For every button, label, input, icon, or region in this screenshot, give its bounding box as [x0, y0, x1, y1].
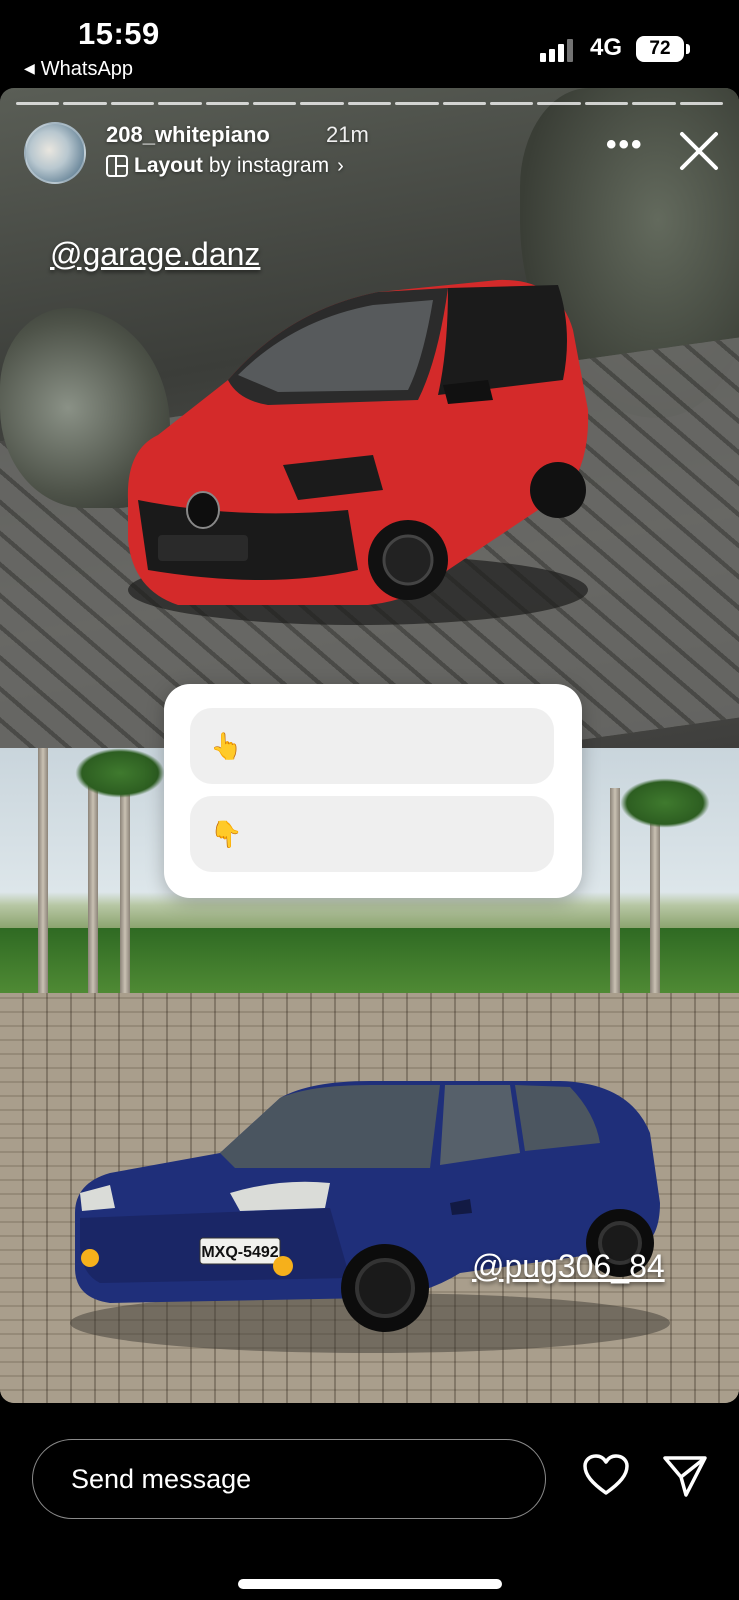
palm-leaves — [620, 778, 710, 828]
palm-tree — [120, 788, 130, 1028]
battery-tip — [686, 44, 690, 54]
progress-segment — [16, 102, 60, 105]
blue-car-image: MXQ-5492 — [70, 1081, 670, 1353]
progress-segment — [347, 102, 392, 105]
progress-segment — [205, 102, 250, 105]
progress-segment — [584, 102, 629, 105]
layout-icon — [106, 155, 128, 177]
story-viewer[interactable]: @garage.danz MXQ-5492 @pug306_84 208_whi… — [0, 88, 739, 1403]
mention-sticker-top[interactable]: @garage.danz — [50, 236, 260, 273]
story-photo-top: @garage.danz — [0, 88, 739, 748]
avatar[interactable] — [24, 122, 86, 184]
palm-tree — [88, 768, 98, 1028]
battery-icon: 72 — [636, 36, 684, 62]
close-icon[interactable] — [676, 128, 722, 174]
license-plate: MXQ-5492 — [201, 1244, 278, 1261]
home-indicator[interactable] — [238, 1579, 502, 1589]
progress-segment — [110, 102, 155, 105]
palm-tree — [650, 808, 660, 1008]
layout-by-label: by instagram — [208, 154, 330, 177]
progress-segment — [395, 102, 439, 105]
progress-segment — [442, 102, 487, 105]
red-car-image — [127, 279, 589, 625]
send-icon[interactable] — [662, 1453, 708, 1499]
story-time-ago: 21m — [326, 122, 369, 147]
story-username[interactable]: 208_whitepiano — [106, 122, 270, 148]
palm-tree — [610, 788, 620, 1028]
layout-label: Layout — [134, 154, 203, 177]
progress-segment — [632, 102, 676, 105]
progress-segment — [158, 102, 202, 105]
progress-segment — [679, 102, 724, 105]
poll-option-down[interactable]: 👇 — [190, 796, 554, 872]
progress-segment — [537, 102, 581, 105]
network-type: 4G — [590, 34, 623, 61]
back-app-label: WhatsApp — [40, 58, 134, 80]
layout-attribution-link[interactable]: Layout by instagram › — [106, 154, 344, 178]
back-triangle-icon: ◀ — [24, 60, 35, 76]
palm-leaves — [75, 748, 165, 798]
poll-sticker: 👆 👇 — [164, 684, 582, 898]
progress-segment — [300, 102, 344, 105]
send-message-input[interactable]: Send message — [32, 1439, 546, 1519]
more-options-icon[interactable]: ••• — [606, 128, 644, 162]
back-to-app-link[interactable]: ◀ WhatsApp — [24, 58, 133, 81]
progress-segment — [63, 102, 107, 105]
mention-sticker-bottom[interactable]: @pug306_84 — [472, 1248, 665, 1285]
chevron-right-icon: › — [337, 154, 344, 177]
poll-option-up[interactable]: 👆 — [190, 708, 554, 784]
progress-segment — [490, 102, 534, 105]
heart-icon[interactable] — [582, 1453, 630, 1497]
status-bar: 15:59 ◀ WhatsApp 4G 72 — [0, 0, 739, 90]
progress-segment — [253, 102, 297, 105]
status-time: 15:59 — [78, 16, 160, 51]
story-progress-bar — [16, 102, 724, 106]
story-footer: Send message — [0, 1403, 739, 1600]
hedge — [0, 928, 739, 993]
signal-icon — [540, 38, 580, 62]
